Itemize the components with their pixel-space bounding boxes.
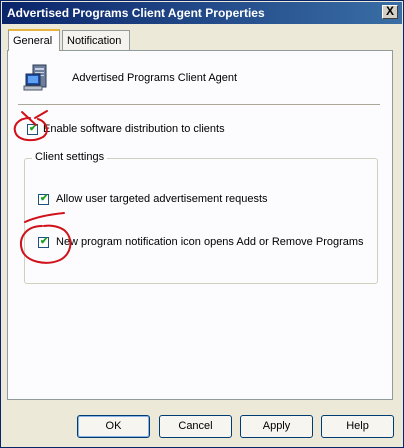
new-program-notification-checkbox[interactable]: ✔ <box>38 236 49 248</box>
checkmark-icon: ✔ <box>29 123 38 134</box>
agent-title: Advertised Programs Client Agent <box>72 72 238 84</box>
help-button[interactable]: Help <box>321 415 394 438</box>
window-title: Advertised Programs Client Agent Propert… <box>7 6 265 20</box>
cancel-button[interactable]: Cancel <box>159 415 232 438</box>
enable-distribution-checkbox[interactable]: ✔ <box>27 123 38 135</box>
allow-user-targeted-label[interactable]: Allow user targeted advertisement reques… <box>56 193 268 205</box>
tab-general[interactable]: General <box>8 29 60 51</box>
apply-button[interactable]: Apply <box>240 415 313 438</box>
new-program-notification-label[interactable]: New program notification icon opens Add … <box>56 236 364 248</box>
allow-user-targeted-checkbox[interactable]: ✔ <box>38 193 49 205</box>
close-button[interactable]: X <box>382 5 398 19</box>
separator <box>18 104 380 105</box>
computer-icon <box>22 62 54 94</box>
tab-notification[interactable]: Notification <box>62 30 130 50</box>
enable-distribution-label[interactable]: Enable software distribution to clients <box>43 123 225 135</box>
client-settings-group <box>24 158 378 284</box>
checkmark-icon: ✔ <box>40 236 49 247</box>
ok-button[interactable]: OK <box>77 415 150 438</box>
checkmark-icon: ✔ <box>40 193 49 204</box>
title-bar[interactable]: Advertised Programs Client Agent Propert… <box>2 2 402 24</box>
client-settings-title: Client settings <box>32 151 108 163</box>
